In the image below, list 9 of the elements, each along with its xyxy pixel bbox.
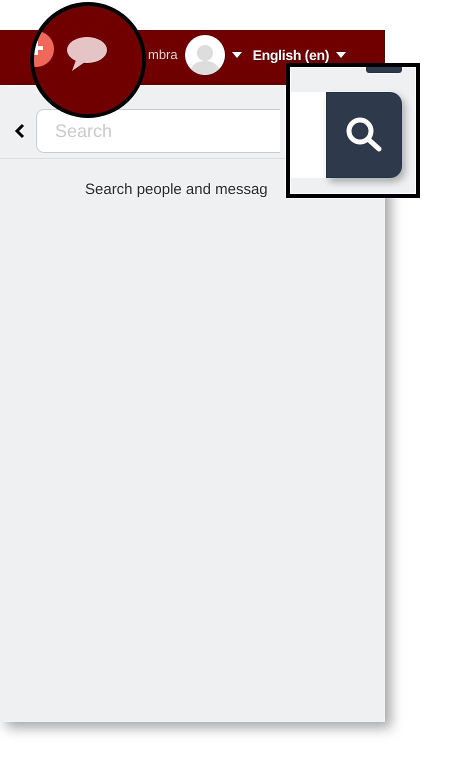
chat-icon[interactable] xyxy=(66,36,108,72)
empty-message: Search people and messag xyxy=(84,180,269,198)
back-icon[interactable] xyxy=(14,123,26,139)
caret-icon[interactable] xyxy=(232,52,242,58)
user-name[interactable]: mbra xyxy=(148,47,178,62)
language-menu[interactable]: English (en) xyxy=(252,46,330,62)
caret-icon[interactable] xyxy=(336,52,346,58)
avatar[interactable] xyxy=(184,34,225,74)
search-button[interactable] xyxy=(326,92,402,178)
